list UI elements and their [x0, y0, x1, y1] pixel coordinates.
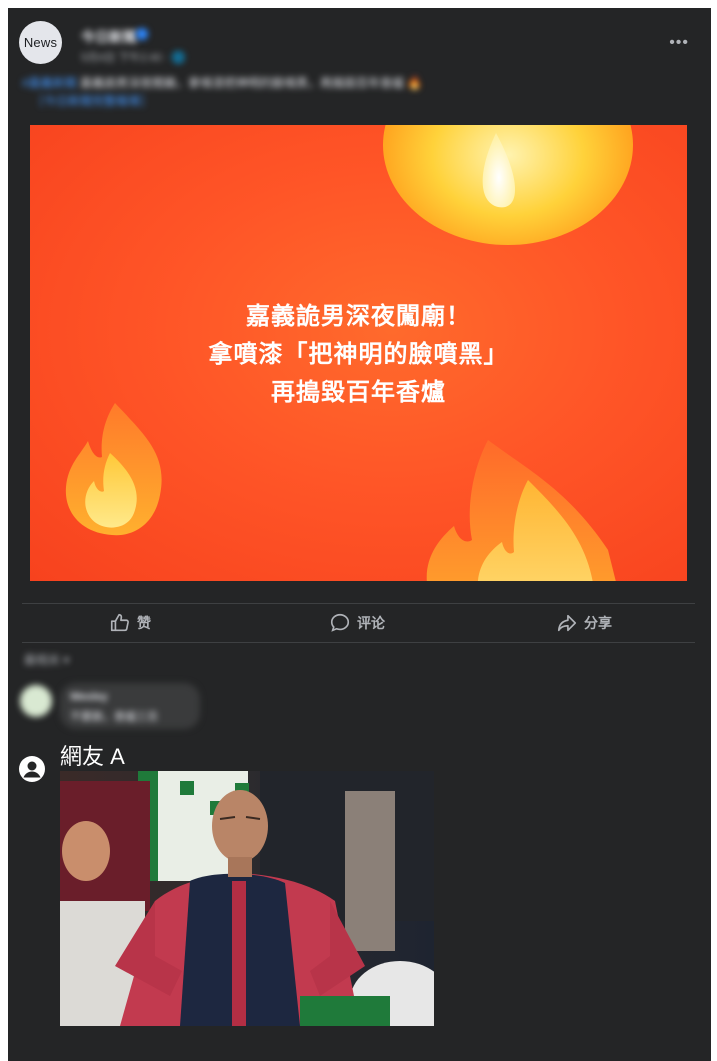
avatar-text: News: [23, 35, 58, 50]
share-button[interactable]: 分享: [556, 612, 612, 634]
comment-sort-dropdown[interactable]: 最相关 ▾: [24, 651, 69, 668]
page-avatar[interactable]: News: [19, 21, 62, 64]
caption-link[interactable]: ［今日新聞完整報導］: [22, 92, 542, 110]
divider-bottom: [22, 642, 695, 643]
verified-badge-icon: [136, 28, 148, 40]
post-caption: #嘉義新聞 嘉義詭男深夜闖廟，拿噴漆把神明的臉噴黑，再搗毀百年香爐 🔥 ［今日新…: [22, 74, 542, 110]
caption-text: 嘉義詭男深夜闖廟，拿噴漆把神明的臉噴黑，再搗毀百年香爐 🔥: [80, 76, 423, 90]
more-options-icon[interactable]: •••: [669, 34, 689, 52]
commenter-name: 網友 A: [60, 744, 125, 769]
headline-line-2: 拿噴漆「把神明的臉噴黑」: [208, 340, 509, 368]
headline-line-1: 嘉義詭男深夜闖廟！: [246, 302, 471, 330]
post-card: News 今日新聞 5月4日 下午2:40 · 🌐 ••• #嘉義新聞 嘉義詭男…: [8, 8, 711, 1061]
page-name[interactable]: 今日新聞: [81, 27, 137, 47]
comment-label: 评论: [357, 615, 385, 631]
user-avatar-icon: [19, 756, 45, 782]
comment-button[interactable]: 评论: [329, 612, 385, 634]
comment-author[interactable]: Wesley: [70, 691, 108, 703]
comment-text: 不要臉，香爐三百: [70, 711, 158, 723]
image-headline: 嘉義詭男深夜闖廟！ 拿噴漆「把神明的臉噴黑」 再搗毀百年香爐: [30, 297, 687, 411]
share-label: 分享: [584, 615, 612, 631]
post-image[interactable]: 嘉義詭男深夜闖廟！ 拿噴漆「把神明的臉噴黑」 再搗毀百年香爐: [30, 125, 687, 581]
divider-top: [22, 603, 695, 604]
comment-bubble-icon: [330, 613, 350, 632]
like-button[interactable]: 赞: [109, 612, 151, 634]
flame-left-illustration: [65, 403, 162, 536]
thumbs-up-icon: [110, 613, 129, 632]
headline-line-3: 再搗毀百年香爐: [271, 378, 446, 406]
post-timestamp[interactable]: 5月4日 下午2:40 · 🌐: [81, 49, 185, 65]
share-arrow-icon: [557, 614, 577, 632]
flame-orb-illustration: [383, 125, 633, 245]
hashtag-link[interactable]: #嘉義新聞: [22, 76, 77, 90]
flame-right-illustration: [426, 440, 616, 581]
meme-photo: [60, 771, 434, 1026]
commenter-avatar[interactable]: [20, 685, 52, 717]
like-label: 赞: [137, 615, 151, 631]
comment-meme-image[interactable]: [60, 771, 434, 1026]
